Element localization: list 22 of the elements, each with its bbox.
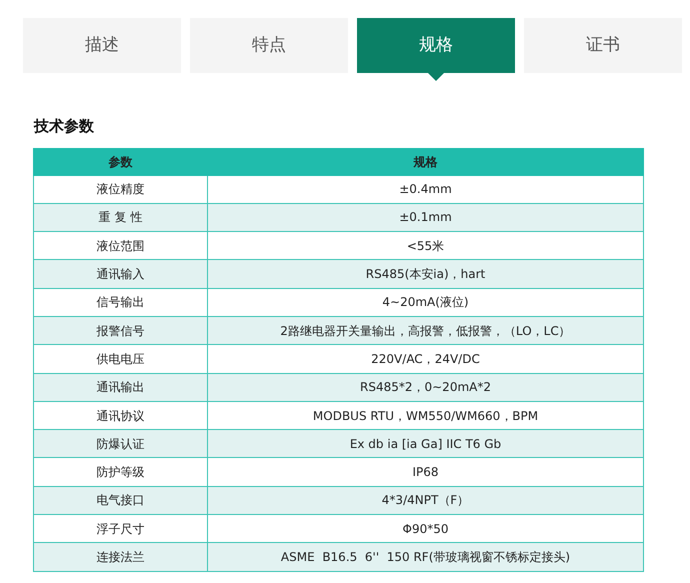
table-cell: 4~20mA(液位)	[208, 288, 644, 316]
tab[interactable]: 描述	[23, 18, 181, 73]
table-cell: 信号输出	[34, 288, 208, 316]
table-cell: RS485*2，0~20mA*2	[208, 373, 644, 402]
table-cell: IP68	[208, 458, 644, 486]
table-cell: 连接法兰	[34, 542, 208, 572]
table-cell: 通讯输入	[34, 260, 208, 288]
column-header: 参数	[34, 148, 208, 175]
table-cell: RS485(本安ia)，hart	[208, 260, 644, 288]
section-title: 技术参数	[34, 116, 95, 137]
tab[interactable]: 规格	[357, 18, 515, 73]
table-cell: 220V/AC，24V/DC	[208, 344, 644, 374]
table-cell: ±0.4mm	[208, 175, 644, 204]
table-cell: 防护等级	[34, 458, 208, 486]
column-header: 规格	[208, 148, 644, 175]
table-cell: 供电电压	[34, 344, 208, 374]
table-cell: ASME B16.5 6'' 150 RF(带玻璃视窗不锈标定接头)	[208, 542, 644, 572]
tab[interactable]: 证书	[524, 18, 682, 73]
tab[interactable]: 特点	[190, 18, 348, 73]
table-cell: 液位精度	[34, 175, 208, 204]
tab-pointer-icon	[428, 73, 444, 81]
table-cell: 通讯输出	[34, 373, 208, 402]
